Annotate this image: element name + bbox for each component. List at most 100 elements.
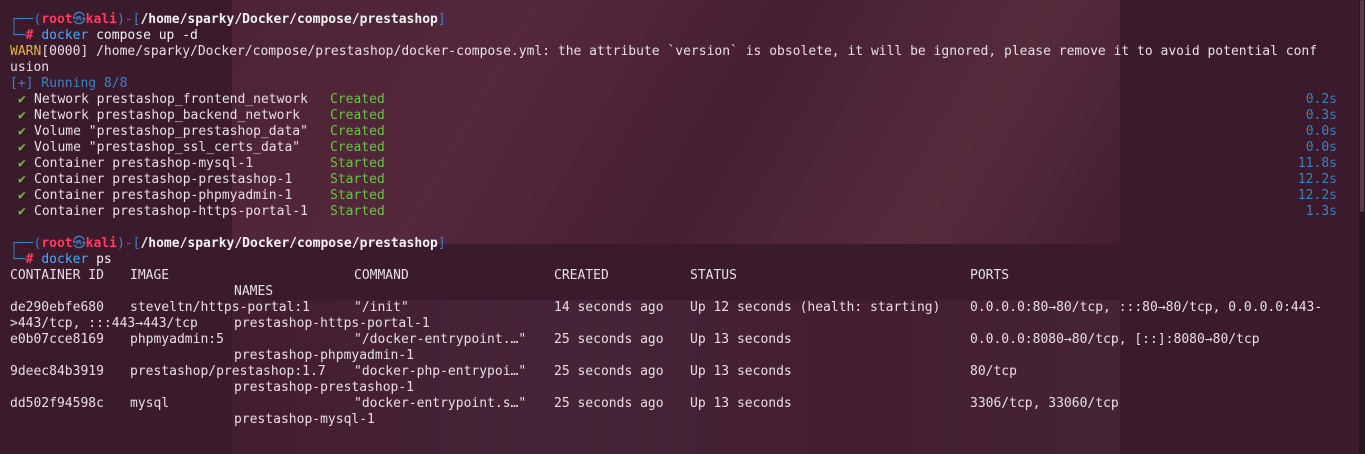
prompt-user: root [41, 12, 73, 27]
header-image: IMAGE [130, 268, 170, 283]
check-icon: ✔ [18, 92, 26, 107]
task-line: ✔ Container prestashop-mysql-1 Started [18, 156, 385, 172]
command-line: └─# docker compose up -d [10, 28, 198, 44]
task-line: ✔ Volume "prestashop_ssl_certs_data" Creat… [18, 140, 385, 156]
cell-ports: 0.0.0.0:8080→80/tcp, [::]:8080→80/tcp [970, 332, 1260, 347]
task-line: ✔ Network prestashop_backend_network Creat… [18, 108, 385, 124]
task-name: Network prestashop_frontend_network [34, 92, 308, 107]
header-names: NAMES [234, 284, 274, 299]
prompt-border: ┌──( [10, 12, 42, 27]
prompt-border: └─ [10, 252, 26, 267]
task-name: Container prestashop-mysql-1 [34, 156, 254, 171]
task-line: ✔ Network prestashop_frontend_network Crea… [18, 92, 385, 108]
warn-tag: WARN [10, 44, 42, 59]
check-icon: ✔ [18, 188, 26, 203]
check-icon: ✔ [18, 156, 26, 171]
cell-image: mysql [130, 396, 170, 411]
prompt-hash: # [25, 28, 34, 43]
task-name: Network prestashop_backend_network [34, 108, 301, 123]
task-name: Container prestashop-https-portal-1 [34, 204, 308, 219]
cell-image: steveltn/https-portal:1 [130, 300, 311, 315]
header-status: STATUS [690, 268, 737, 283]
prompt-border: ] [437, 12, 446, 27]
warning-line-cont: usion [10, 60, 49, 76]
cell-created: 25 seconds ago [554, 396, 664, 411]
task-state: Created [330, 124, 385, 139]
prompt-border: )-[ [116, 12, 141, 27]
cell-ports: 80/tcp [970, 364, 1017, 379]
task-duration: 12.2s [1297, 172, 1337, 187]
prompt-line-top: ┌──(root㉿kali)-[/home/sparky/Docker/comp… [10, 236, 446, 252]
task-state: Created [330, 108, 385, 123]
task-duration: 0.0s [1305, 124, 1337, 139]
header-ports: PORTS [970, 268, 1010, 283]
terminal-window[interactable]: ┌──(root㉿kali)-[/home/sparky/Docker/comp… [0, 0, 1365, 454]
cell-ports: 3306/tcp, 33060/tcp [970, 396, 1119, 411]
cell-container-id: 9deec84b3919 [10, 364, 104, 379]
warn-text: [0000] /home/sparky/Docker/compose/prest… [41, 44, 1318, 59]
task-duration: 1.3s [1305, 204, 1337, 219]
header-created: CREATED [554, 268, 609, 283]
cell-created: 25 seconds ago [554, 364, 664, 379]
task-state: Started [330, 172, 385, 187]
cell-status: Up 13 seconds [690, 364, 792, 379]
task-line: ✔ Container prestashop-phpmyadmin-1 Starte… [18, 188, 385, 204]
task-duration: 0.3s [1305, 108, 1337, 123]
command-line: └─# docker ps [10, 252, 112, 268]
cell-created: 14 seconds ago [554, 300, 664, 315]
task-line: ✔ Container prestashop-https-portal-1 Star… [18, 204, 385, 220]
scroll-thumb[interactable] [1360, 0, 1364, 212]
prompt-user: root [41, 236, 73, 251]
header-command: COMMAND [354, 268, 409, 283]
command-binary: docker [41, 252, 89, 267]
cell-ports: 0.0.0.0:80→80/tcp, :::80→80/tcp, 0.0.0.0… [970, 300, 1323, 315]
check-icon: ✔ [18, 140, 26, 155]
task-line: ✔ Container prestashop-prestashop-1 Starte… [18, 172, 385, 188]
prompt-hash: # [25, 252, 34, 267]
cell-names: prestashop-https-portal-1 [234, 316, 430, 331]
cell-container-id: de290ebfe680 [10, 300, 104, 315]
task-state: Started [330, 156, 385, 171]
header-container-id: CONTAINER ID [10, 268, 104, 283]
terminal-scrollbar[interactable] [1359, 0, 1365, 454]
running-status: [+] Running 8/8 [10, 76, 128, 91]
cell-names: prestashop-mysql-1 [234, 412, 375, 427]
task-line: ✔ Volume "prestashop_prestashop_data" Crea… [18, 124, 385, 140]
check-icon: ✔ [18, 108, 26, 123]
command-args: compose up -d [88, 28, 198, 43]
cell-container-id: e0b07cce8169 [10, 332, 104, 347]
cell-names: prestashop-prestashop-1 [234, 380, 415, 395]
prompt-path: /home/sparky/Docker/compose/prestashop [140, 12, 438, 27]
cell-created: 25 seconds ago [554, 332, 664, 347]
cell-status: Up 13 seconds [690, 396, 792, 411]
warn-text-cont: usion [10, 60, 50, 75]
task-duration: 0.0s [1305, 140, 1337, 155]
prompt-path: /home/sparky/Docker/compose/prestashop [140, 236, 438, 251]
task-duration: 11.8s [1297, 156, 1337, 171]
task-name: Volume "prestashop_prestashop_data" [34, 124, 308, 139]
cell-ports-wrap: >443/tcp, :::443→443/tcp [10, 316, 198, 331]
cell-command: "docker-entrypoint.s…" [354, 396, 527, 411]
prompt-host: kali [85, 12, 117, 27]
cell-status: Up 13 seconds [690, 332, 792, 347]
task-name: Container prestashop-prestashop-1 [34, 172, 293, 187]
skull-icon: ㉿ [72, 236, 86, 251]
task-state: Started [330, 204, 385, 219]
prompt-host: kali [85, 236, 117, 251]
cell-status: Up 12 seconds (health: starting) [690, 300, 941, 315]
check-icon: ✔ [18, 172, 26, 187]
cell-container-id: dd502f94598c [10, 396, 104, 411]
check-icon: ✔ [18, 204, 26, 219]
skull-icon: ㉿ [72, 12, 86, 27]
cell-image: prestashop/prestashop:1.7 [130, 364, 326, 379]
task-state: Started [330, 188, 385, 203]
task-duration: 12.2s [1297, 188, 1337, 203]
cell-names: prestashop-phpmyadmin-1 [234, 348, 415, 363]
command-args: ps [88, 252, 112, 267]
cell-command: "/docker-entrypoint.…" [354, 332, 527, 347]
prompt-border: └─ [10, 28, 26, 43]
command-binary: docker [41, 28, 89, 43]
prompt-border: ┌──( [10, 236, 42, 251]
prompt-line-top: ┌──(root㉿kali)-[/home/sparky/Docker/comp… [10, 12, 446, 28]
cell-image: phpmyadmin:5 [130, 332, 224, 347]
